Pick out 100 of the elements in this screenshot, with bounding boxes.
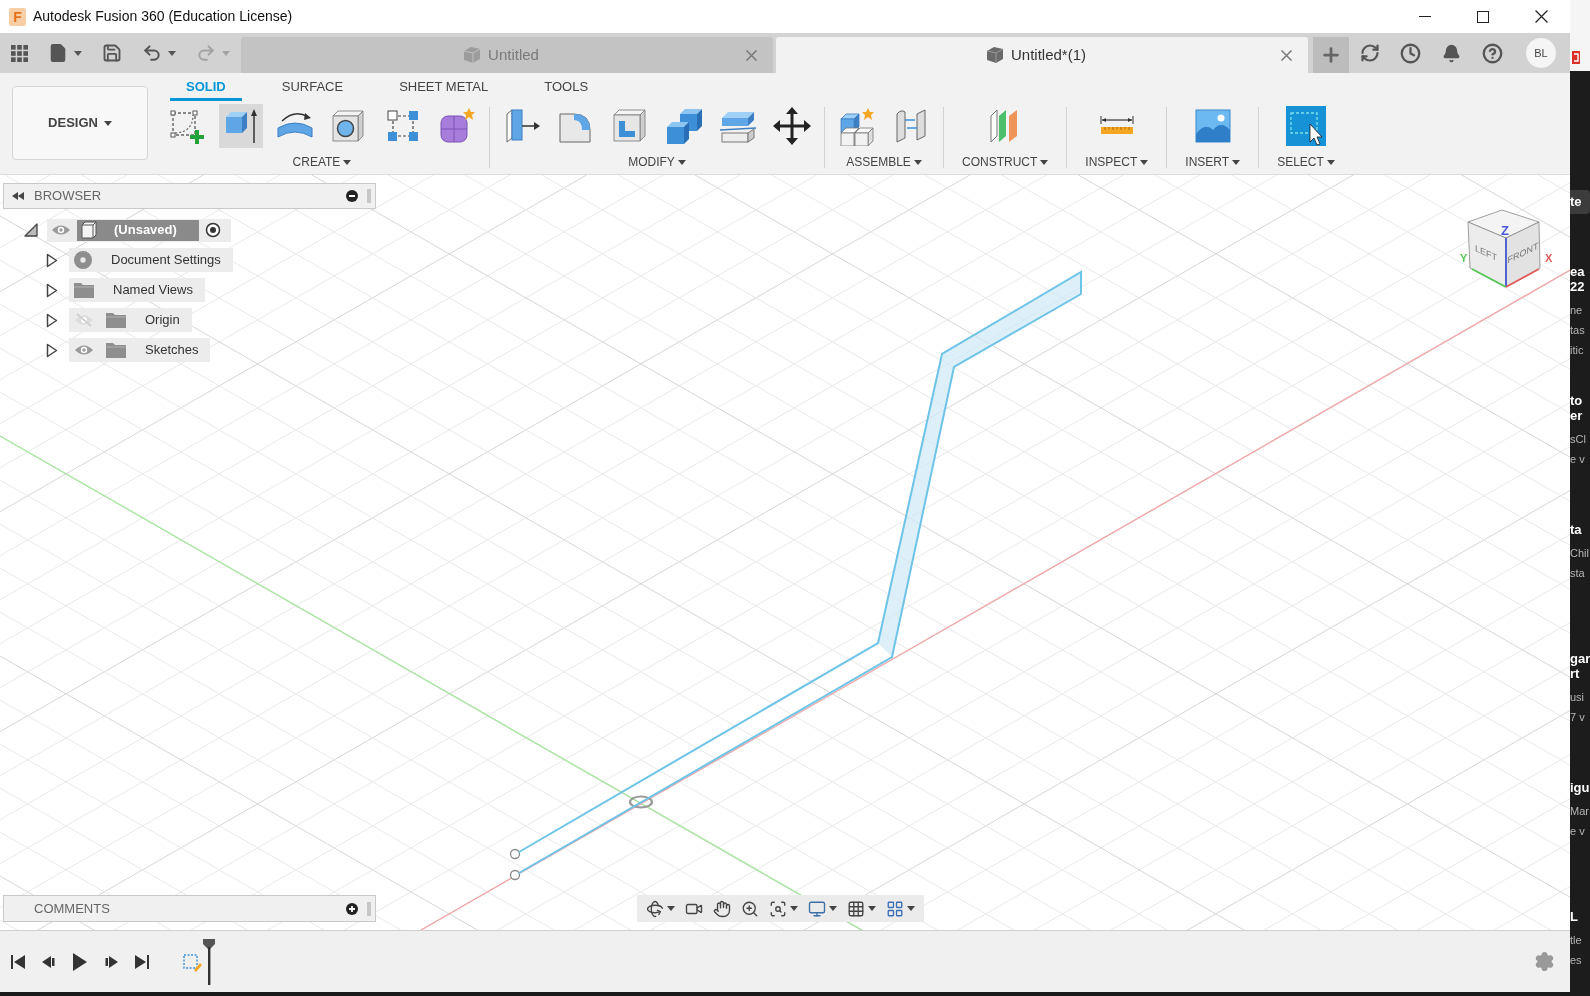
tool-group-menu[interactable]: CONSTRUCT (960, 154, 1051, 170)
tool-group-menu[interactable]: INSPECT (1083, 154, 1151, 170)
orbit-icon (646, 899, 664, 918)
sketch-point-icon[interactable] (509, 869, 521, 881)
help-icon (1482, 42, 1503, 64)
select-cursor-icon (1286, 106, 1326, 146)
heading-text: ta (1570, 522, 1583, 537)
minus-circle-icon[interactable] (346, 190, 358, 202)
heading-text: ea (1570, 264, 1586, 279)
body-text: e v (1570, 824, 1586, 839)
axis-label: Y (1460, 252, 1468, 264)
skip-start-icon (10, 953, 25, 970)
body-text: sCl (1570, 432, 1587, 447)
minimize-icon (1419, 16, 1431, 17)
caret-icon (343, 159, 352, 165)
viewports-icon (886, 899, 904, 918)
tree-item[interactable]: Sketches (69, 338, 211, 362)
step-back-icon (41, 954, 56, 969)
new-tab-button[interactable] (1313, 37, 1349, 73)
resize-handle-icon[interactable] (367, 189, 371, 203)
tool-group-menu[interactable]: ASSEMBLE (844, 154, 924, 170)
redo-icon (196, 43, 216, 63)
tool-group-menu[interactable]: MODIFY (626, 154, 688, 170)
tree-item[interactable]: Document Settings (69, 248, 233, 272)
partial-button[interactable]: te (1570, 190, 1590, 214)
tree-item[interactable]: Named Views (69, 278, 205, 302)
caret-icon (103, 120, 112, 126)
tree-toggle-icon[interactable] (46, 282, 58, 298)
move-arrows-icon (772, 106, 812, 146)
activate-radio-icon[interactable] (205, 222, 221, 238)
heading-text: 22 (1570, 279, 1586, 294)
eye-icon[interactable] (51, 224, 71, 236)
tree-toggle-icon[interactable] (46, 342, 58, 358)
two-cubes-icon (664, 106, 704, 146)
refresh-icon (1359, 43, 1380, 63)
image-icon (1192, 106, 1233, 146)
document-tab[interactable]: Untitled*(1) (776, 37, 1308, 73)
component-cubes-icon (837, 106, 877, 146)
app-logo: F (9, 7, 26, 26)
heading-text: L (1570, 909, 1579, 924)
body-text: e v (1570, 452, 1586, 467)
close-icon (745, 49, 757, 61)
collapse-panel-icon[interactable] (12, 192, 24, 200)
toolbar-tab[interactable]: SURFACE (265, 75, 360, 101)
heading-text: gar (1570, 651, 1590, 666)
heading-text: igu (1570, 780, 1590, 795)
axis-label: X (1545, 252, 1553, 264)
origin-point-icon[interactable] (628, 795, 654, 809)
toolbar-tab[interactable]: TOOLS (528, 75, 605, 101)
gear-icon (74, 251, 92, 269)
tool-group-menu[interactable]: CREATE (290, 154, 354, 170)
undo-icon (142, 43, 162, 63)
timeline-marker[interactable] (203, 938, 215, 985)
zoom-icon (741, 899, 759, 918)
window-title: Autodesk Fusion 360 (Education License) (33, 7, 293, 26)
tool-group-menu[interactable]: INSERT (1183, 154, 1243, 170)
view-cube[interactable] (1467, 209, 1541, 288)
tree-toggle-icon[interactable] (46, 252, 58, 268)
sketch-feature-icon (182, 951, 202, 972)
plus-icon (1320, 44, 1342, 66)
resize-handle-icon[interactable] (367, 901, 371, 916)
form-cube-icon (437, 106, 477, 146)
zoom-window-icon (769, 899, 787, 918)
user-avatar[interactable]: BL (1526, 38, 1556, 68)
folder-icon (74, 282, 94, 298)
tree-item[interactable]: Origin (69, 308, 192, 332)
body-text: tas (1570, 323, 1586, 338)
heading-text: er (1570, 408, 1584, 423)
tree-toggle-icon[interactable] (24, 223, 38, 237)
caret-icon (1232, 159, 1241, 165)
eye-icon[interactable] (74, 344, 94, 356)
sketch-point-icon[interactable] (509, 848, 521, 860)
apps-grid-icon (11, 44, 28, 62)
workspace-dropdown[interactable]: DESIGN (12, 86, 148, 160)
axis-label: Z (1501, 223, 1509, 238)
tree-toggle-icon[interactable] (46, 312, 58, 328)
body-text: 7 v (1570, 710, 1586, 725)
plus-circle-icon[interactable] (346, 902, 358, 915)
heading-text: to (1570, 393, 1584, 408)
body-text: usi (1570, 690, 1586, 705)
body-text: Mar (1570, 804, 1590, 819)
body-text: tle (1570, 933, 1583, 948)
step-forward-icon (103, 954, 118, 969)
tool-group-menu[interactable]: SELECT (1275, 154, 1337, 170)
body-text: itic (1570, 343, 1585, 358)
caret-icon (1040, 159, 1049, 165)
save-icon (102, 43, 122, 63)
body-text: ne (1570, 303, 1584, 318)
cube-icon (463, 46, 482, 64)
panel-title: BROWSER (34, 187, 102, 206)
folder-icon (106, 312, 126, 328)
settings-icon (1533, 951, 1555, 972)
tool-button[interactable] (1284, 104, 1328, 148)
caret-icon (913, 159, 922, 165)
clock-icon (1400, 42, 1421, 64)
toolbar-tab[interactable]: SHEET METAL (383, 75, 505, 101)
view-cube-face-label: LEFT (1475, 242, 1497, 263)
grid-icon (847, 899, 865, 918)
body-text: sta (1570, 566, 1586, 581)
close-icon (1534, 10, 1548, 23)
